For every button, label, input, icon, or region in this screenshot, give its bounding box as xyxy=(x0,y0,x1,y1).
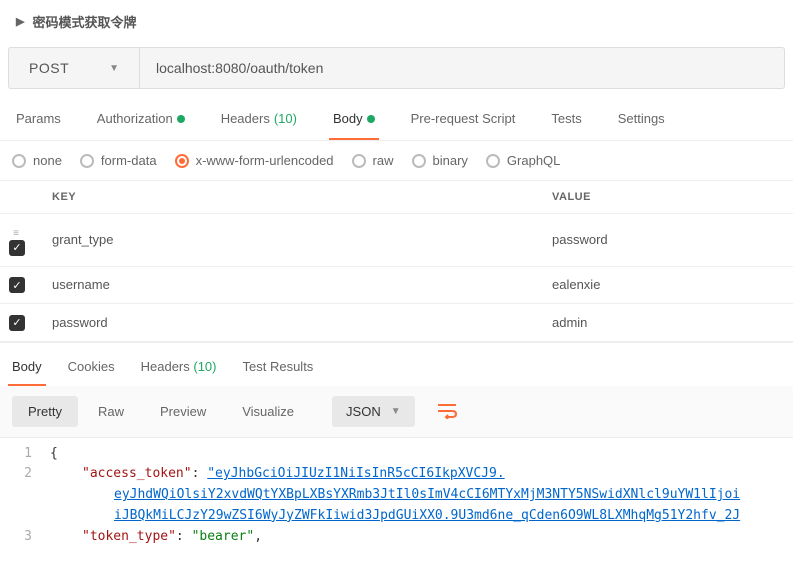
body-type-graphql[interactable]: GraphQL xyxy=(486,153,560,168)
body-type-urlencoded[interactable]: x-www-form-urlencoded xyxy=(175,153,334,168)
line-number xyxy=(0,506,50,527)
language-select[interactable]: JSON ▼ xyxy=(332,396,415,427)
response-body-viewer[interactable]: 1 { 2 "access_token": "eyJhbGciOiJIUzI1N… xyxy=(0,438,793,558)
request-bar: POST ▼ localhost:8080/oauth/token xyxy=(8,47,785,89)
resp-tab-cookies[interactable]: Cookies xyxy=(64,353,119,386)
line-number xyxy=(0,485,50,506)
body-type-raw[interactable]: raw xyxy=(352,153,394,168)
request-title: 密码模式获取令牌 xyxy=(32,12,136,31)
caret-right-icon: ▶ xyxy=(16,15,24,28)
view-raw-button[interactable]: Raw xyxy=(82,396,140,427)
param-key[interactable]: username xyxy=(40,266,540,304)
tab-body[interactable]: Body xyxy=(329,101,379,140)
body-type-form-data[interactable]: form-data xyxy=(80,153,157,168)
line-number: 1 xyxy=(0,444,50,465)
http-method-select[interactable]: POST ▼ xyxy=(9,48,140,88)
body-params-table: KEY VALUE ≡ ✓ grant_type password ✓ user… xyxy=(0,181,793,342)
tab-prerequest[interactable]: Pre-request Script xyxy=(407,101,520,140)
view-preview-button[interactable]: Preview xyxy=(144,396,222,427)
request-collapse-header[interactable]: ▶ 密码模式获取令牌 xyxy=(0,0,793,43)
radio-selected-icon xyxy=(175,154,189,168)
tab-settings[interactable]: Settings xyxy=(614,101,669,140)
url-input[interactable]: localhost:8080/oauth/token xyxy=(140,48,784,88)
radio-icon xyxy=(352,154,366,168)
http-method-label: POST xyxy=(29,60,69,76)
param-value[interactable]: password xyxy=(540,214,793,267)
param-value[interactable]: ealenxie xyxy=(540,266,793,304)
body-type-none[interactable]: none xyxy=(12,153,62,168)
key-column-header: KEY xyxy=(40,181,540,214)
resp-tab-body[interactable]: Body xyxy=(8,353,46,386)
tab-headers[interactable]: Headers (10) xyxy=(217,101,301,140)
body-type-binary[interactable]: binary xyxy=(412,153,468,168)
view-mode-group: Pretty Raw Preview Visualize xyxy=(12,396,310,427)
language-label: JSON xyxy=(346,404,381,419)
checkbox-checked-icon[interactable]: ✓ xyxy=(9,277,25,293)
view-visualize-button[interactable]: Visualize xyxy=(226,396,310,427)
status-dot-icon xyxy=(177,115,185,123)
table-row[interactable]: ✓ username ealenxie xyxy=(0,266,793,304)
tab-params[interactable]: Params xyxy=(12,101,65,140)
tab-tests[interactable]: Tests xyxy=(547,101,585,140)
param-key[interactable]: password xyxy=(40,304,540,342)
response-tabs: Body Cookies Headers (10) Test Results xyxy=(0,342,793,386)
radio-icon xyxy=(486,154,500,168)
response-viewer-bar: Pretty Raw Preview Visualize JSON ▼ xyxy=(0,386,793,438)
value-column-header: VALUE xyxy=(540,181,793,214)
drag-handle-icon[interactable]: ≡ xyxy=(13,228,21,239)
view-pretty-button[interactable]: Pretty xyxy=(12,396,78,427)
request-tabs: Params Authorization Headers (10) Body P… xyxy=(0,101,793,141)
param-value[interactable]: admin xyxy=(540,304,793,342)
status-dot-icon xyxy=(367,115,375,123)
wrap-lines-icon[interactable] xyxy=(437,403,457,419)
chevron-down-icon: ▼ xyxy=(109,63,119,74)
checkbox-checked-icon[interactable]: ✓ xyxy=(9,315,25,331)
url-text: localhost:8080/oauth/token xyxy=(156,60,323,76)
param-key[interactable]: grant_type xyxy=(40,214,540,267)
chevron-down-icon: ▼ xyxy=(391,406,401,417)
checkbox-checked-icon[interactable]: ✓ xyxy=(9,240,25,256)
radio-icon xyxy=(412,154,426,168)
table-row[interactable]: ✓ password admin xyxy=(0,304,793,342)
table-row[interactable]: ≡ ✓ grant_type password xyxy=(0,214,793,267)
radio-icon xyxy=(80,154,94,168)
line-number: 3 xyxy=(0,527,50,548)
resp-tab-test-results[interactable]: Test Results xyxy=(239,353,318,386)
resp-tab-headers[interactable]: Headers (10) xyxy=(137,353,221,386)
radio-icon xyxy=(12,154,26,168)
body-type-selector: none form-data x-www-form-urlencoded raw… xyxy=(0,141,793,181)
tab-authorization[interactable]: Authorization xyxy=(93,101,189,140)
line-number: 2 xyxy=(0,464,50,485)
